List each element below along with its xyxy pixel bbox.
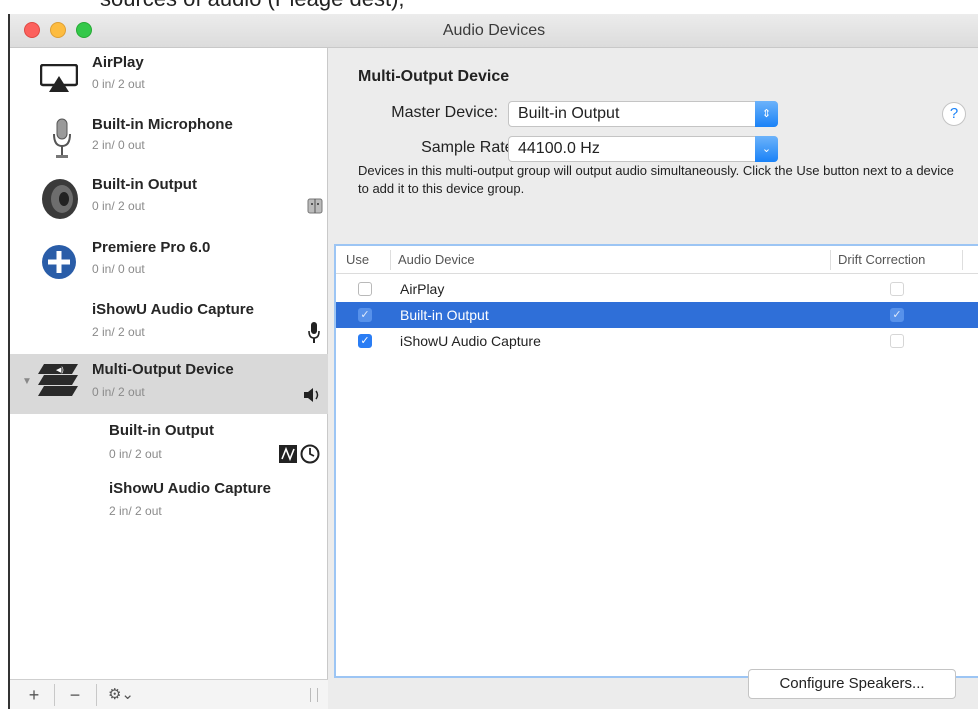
subdevice-item-ishowu-audio-capture[interactable]: iShowU Audio Capture 2 in/ 2 out bbox=[10, 474, 328, 534]
sidebar-toolbar: + − ⚙⌄ bbox=[10, 679, 328, 709]
audio-devices-window: Audio Devices AirPlay 0 in/ 2 out Built-… bbox=[8, 14, 978, 709]
speaker-volume-icon bbox=[304, 388, 319, 402]
use-checkbox[interactable]: ✓ bbox=[358, 334, 372, 348]
title-bar[interactable]: Audio Devices bbox=[10, 14, 978, 48]
table-row[interactable]: AirPlay bbox=[336, 276, 978, 302]
divider bbox=[54, 684, 55, 706]
drift-correction-checkbox[interactable] bbox=[890, 282, 904, 296]
column-use[interactable]: Use bbox=[346, 252, 369, 267]
svg-text:◀): ◀) bbox=[56, 367, 64, 374]
clock-icon bbox=[300, 444, 320, 464]
use-checkbox[interactable] bbox=[358, 282, 372, 296]
master-device-value: Built-in Output bbox=[518, 105, 620, 122]
group-description: Devices in this multi-output group will … bbox=[358, 163, 954, 196]
device-item-built-in-output[interactable]: Built-in Output 0 in/ 2 out bbox=[10, 168, 328, 230]
column-audio-device[interactable]: Audio Device bbox=[398, 252, 475, 267]
device-name: iShowU Audio Capture bbox=[109, 480, 271, 497]
microphone-small-icon bbox=[308, 322, 320, 343]
column-divider bbox=[962, 250, 963, 270]
plus-circle-icon bbox=[42, 245, 76, 279]
device-io: 2 in/ 2 out bbox=[109, 504, 162, 518]
column-divider bbox=[830, 250, 831, 270]
microphone-icon bbox=[53, 118, 71, 158]
device-io: 0 in/ 2 out bbox=[109, 447, 162, 461]
sample-rate-value: 44100.0 Hz bbox=[518, 140, 600, 157]
table-row[interactable]: ✓ Built-in Output ✓ bbox=[336, 302, 978, 328]
gear-menu-button[interactable]: ⚙⌄ bbox=[100, 684, 142, 706]
use-checkbox[interactable]: ✓ bbox=[358, 308, 372, 322]
device-heading: Multi-Output Device bbox=[358, 68, 510, 85]
device-name: Multi-Output Device bbox=[92, 361, 234, 378]
device-group-table: Use Audio Device Drift Correction AirPla… bbox=[334, 244, 978, 678]
sample-rate-label: Sample Rate: bbox=[421, 139, 518, 156]
finder-icon bbox=[307, 198, 323, 214]
device-item-airplay[interactable]: AirPlay 0 in/ 2 out bbox=[10, 48, 328, 108]
help-button[interactable]: ? bbox=[942, 102, 966, 126]
add-device-button[interactable]: + bbox=[20, 684, 48, 706]
master-device-select[interactable]: Built-in Output ⇕ bbox=[508, 101, 778, 127]
audio-device-name: iShowU Audio Capture bbox=[400, 333, 541, 349]
audio-device-name: Built-in Output bbox=[400, 307, 489, 323]
remove-device-button[interactable]: − bbox=[60, 684, 90, 706]
resize-handle[interactable] bbox=[310, 688, 318, 702]
disclosure-triangle-icon[interactable]: ▼ bbox=[22, 376, 32, 387]
drift-correction-checkbox[interactable] bbox=[890, 334, 904, 348]
device-name: Premiere Pro 6.0 bbox=[92, 239, 211, 256]
subdevice-item-built-in-output[interactable]: Built-in Output 0 in/ 2 out bbox=[10, 414, 328, 474]
device-name: Built-in Output bbox=[92, 176, 197, 193]
device-item-multi-output[interactable]: ▼ ◀) Multi-Output Device 0 in/ 2 out bbox=[10, 354, 328, 414]
device-item-ishowu-audio-capture[interactable]: iShowU Audio Capture 2 in/ 2 out bbox=[10, 290, 328, 352]
device-io: 2 in/ 2 out bbox=[92, 325, 145, 339]
device-name: Built-in Output bbox=[109, 422, 214, 439]
table-header: Use Audio Device Drift Correction bbox=[336, 246, 978, 274]
device-io: 0 in/ 0 out bbox=[92, 262, 145, 276]
configure-speakers-button[interactable]: Configure Speakers... bbox=[748, 669, 956, 699]
drift-correction-checkbox[interactable]: ✓ bbox=[890, 308, 904, 322]
chevron-down-icon: ⌄ bbox=[755, 136, 778, 162]
device-name: iShowU Audio Capture bbox=[92, 301, 254, 318]
column-drift-correction[interactable]: Drift Correction bbox=[838, 252, 925, 267]
device-list-sidebar: AirPlay 0 in/ 2 out Built-in Microphone … bbox=[10, 48, 328, 709]
multi-output-icon: ◀) bbox=[38, 364, 78, 396]
audio-device-name: AirPlay bbox=[400, 281, 445, 297]
screenshot: sources of audio (Pleage dest); Audio De… bbox=[0, 0, 978, 709]
device-io: 0 in/ 2 out bbox=[92, 77, 145, 91]
device-detail-pane: Multi-Output Device Master Device: Built… bbox=[328, 48, 978, 709]
divider bbox=[96, 684, 97, 706]
table-row[interactable]: ✓ iShowU Audio Capture bbox=[336, 328, 978, 354]
device-name: AirPlay bbox=[92, 54, 144, 71]
column-divider bbox=[390, 250, 391, 270]
airplay-icon bbox=[40, 64, 78, 92]
device-name: Built-in Microphone bbox=[92, 116, 233, 133]
drift-correction-icon bbox=[279, 445, 297, 463]
device-item-premiere-pro[interactable]: Premiere Pro 6.0 0 in/ 0 out bbox=[10, 230, 328, 290]
speaker-icon bbox=[42, 179, 78, 219]
device-io: 0 in/ 2 out bbox=[92, 385, 145, 399]
device-item-built-in-microphone[interactable]: Built-in Microphone 2 in/ 0 out bbox=[10, 108, 328, 168]
up-down-arrows-icon: ⇕ bbox=[755, 101, 778, 127]
device-io: 0 in/ 2 out bbox=[92, 199, 145, 213]
master-device-label: Master Device: bbox=[391, 104, 498, 121]
window-title: Audio Devices bbox=[442, 22, 546, 39]
sample-rate-select[interactable]: 44100.0 Hz ⌄ bbox=[508, 136, 778, 162]
device-io: 2 in/ 0 out bbox=[92, 138, 145, 152]
cropped-caption-text: sources of audio (Pleage dest); bbox=[100, 0, 405, 12]
